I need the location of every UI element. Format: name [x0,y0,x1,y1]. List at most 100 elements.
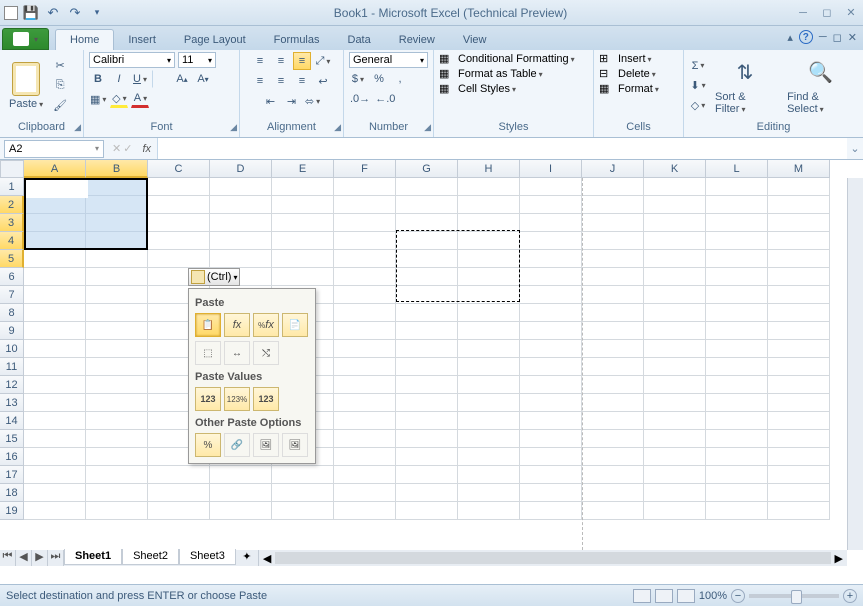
cell[interactable] [706,502,768,520]
doc-restore-icon[interactable]: ◻ [833,31,842,44]
cell[interactable] [210,178,272,196]
cell[interactable] [582,304,644,322]
increase-indent-button[interactable]: ⇥ [283,92,301,110]
cell[interactable] [706,232,768,250]
paste-formatting-button[interactable]: % [195,433,221,457]
conditional-formatting-button[interactable]: ▦Conditional Formatting [439,52,575,65]
cell[interactable] [768,394,830,412]
row-header-3[interactable]: 3 [0,214,24,232]
cell[interactable] [768,268,830,286]
cell[interactable] [706,448,768,466]
copy-icon[interactable]: ⎘ [51,77,69,95]
cell[interactable] [24,394,86,412]
paste-options-button[interactable]: (Ctrl) ▾ [188,268,240,286]
cell[interactable] [148,214,210,232]
cell[interactable] [272,250,334,268]
italic-button[interactable]: I [110,70,128,88]
cell[interactable] [520,250,582,268]
cell[interactable] [458,502,520,520]
sort-filter-button[interactable]: ⇅ Sort & Filter [711,55,779,117]
increase-decimal-button[interactable]: .0→ [349,90,371,108]
hscroll-right-icon[interactable]: ▶ [831,552,847,565]
sheet-tab-sheet2[interactable]: Sheet2 [122,549,179,565]
cell[interactable] [458,358,520,376]
underline-button[interactable]: U [131,70,149,88]
sheet-nav-last-icon[interactable]: ⏭ [48,550,64,566]
alignment-dialog-icon[interactable]: ◢ [334,122,341,133]
cell[interactable] [24,502,86,520]
cell[interactable] [520,214,582,232]
cell[interactable] [334,502,396,520]
align-bottom-button[interactable]: ≡ [293,52,311,70]
col-header-J[interactable]: J [582,160,644,178]
cell[interactable] [582,286,644,304]
cell[interactable] [86,358,148,376]
col-header-L[interactable]: L [706,160,768,178]
cell[interactable] [148,232,210,250]
cell[interactable] [210,196,272,214]
vertical-scrollbar[interactable] [847,178,863,550]
cell[interactable] [396,340,458,358]
cell[interactable] [24,358,86,376]
cell[interactable] [396,178,458,196]
doc-minimize-icon[interactable]: ─ [819,31,827,43]
cell[interactable] [334,376,396,394]
cell[interactable] [644,358,706,376]
cell[interactable] [706,340,768,358]
row-header-16[interactable]: 16 [0,448,24,466]
cell[interactable] [706,322,768,340]
zoom-slider[interactable] [749,594,839,598]
cell[interactable] [86,484,148,502]
cell[interactable] [768,358,830,376]
cell[interactable] [520,340,582,358]
col-header-D[interactable]: D [210,160,272,178]
align-middle-button[interactable]: ≡ [272,52,290,70]
cell[interactable] [768,448,830,466]
cell[interactable] [520,430,582,448]
orientation-button[interactable]: ⤢ [314,52,332,70]
cell[interactable] [272,484,334,502]
new-sheet-icon[interactable]: ✦ [236,550,258,566]
cell[interactable] [458,430,520,448]
decrease-indent-button[interactable]: ⇤ [262,92,280,110]
cell[interactable] [520,376,582,394]
cell[interactable] [706,484,768,502]
cell[interactable] [148,196,210,214]
cell[interactable] [86,466,148,484]
cell[interactable] [86,286,148,304]
font-color-button[interactable]: A [131,90,149,108]
cell[interactable] [706,268,768,286]
cell[interactable] [520,178,582,196]
cell[interactable] [582,430,644,448]
formula-input[interactable] [157,138,847,159]
cell[interactable] [334,430,396,448]
cell[interactable] [396,502,458,520]
cell[interactable] [24,322,86,340]
cell[interactable] [582,340,644,358]
cell[interactable] [768,322,830,340]
cell[interactable] [706,304,768,322]
cell[interactable] [768,340,830,358]
cell[interactable] [148,484,210,502]
cell[interactable] [768,196,830,214]
cell[interactable] [520,502,582,520]
col-header-E[interactable]: E [272,160,334,178]
cell[interactable] [24,250,86,268]
cancel-formula-icon[interactable]: ✕ [112,142,121,155]
cell[interactable] [768,484,830,502]
cell[interactable] [458,340,520,358]
file-tab[interactable] [2,28,49,50]
expand-formula-bar-icon[interactable]: ⌄ [847,142,863,155]
normal-view-button[interactable] [633,589,651,603]
cell[interactable] [768,250,830,268]
cell[interactable] [396,430,458,448]
cell[interactable] [520,196,582,214]
decrease-decimal-button[interactable]: ←.0 [374,90,396,108]
cell[interactable] [334,178,396,196]
save-icon[interactable]: 💾 [22,4,40,22]
cell[interactable] [520,394,582,412]
col-header-I[interactable]: I [520,160,582,178]
row-header-12[interactable]: 12 [0,376,24,394]
paste-button[interactable]: Paste [5,60,47,112]
hscroll-left-icon[interactable]: ◀ [259,552,275,565]
